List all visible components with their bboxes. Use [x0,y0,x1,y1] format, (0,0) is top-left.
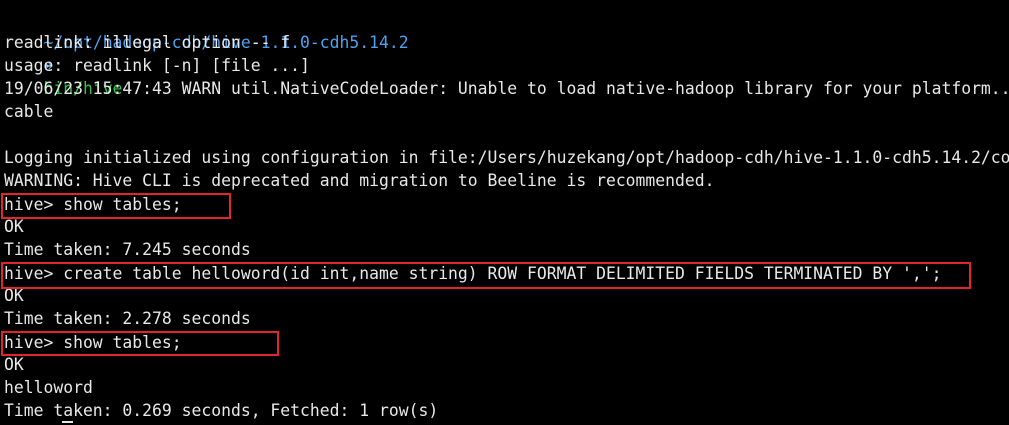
text-cursor [62,421,73,423]
output-line: helloword [4,378,93,397]
output-line: OK [4,355,24,374]
output-line: WARNING: Hive CLI is deprecated and migr… [4,171,715,190]
output-line: readlink: illegal option -- f [4,33,291,52]
output-line: Time taken: 2.278 seconds [4,309,251,328]
output-line: Time taken: 0.269 seconds, Fetched: 1 ro… [4,401,439,420]
highlight-box [1,331,279,356]
terminal-window[interactable]: ~/opt/hadoop-cdh/hive-1.1.0-cdh5.14.2 » … [0,0,1009,425]
shell-prompt-line: ~/opt/hadoop-cdh/hive-1.1.0-cdh5.14.2 » … [4,8,408,98]
output-line: Time taken: 7.245 seconds [4,240,251,259]
highlight-box [1,193,231,219]
output-line: Logging initialized using configuration … [4,148,1009,167]
highlight-box [1,262,971,289]
output-line: cable [4,102,54,121]
output-line: 19/06/23 15:47:43 WARN util.NativeCodeLo… [4,79,1009,98]
output-line: usage: readlink [-n] [file ...] [4,56,310,75]
